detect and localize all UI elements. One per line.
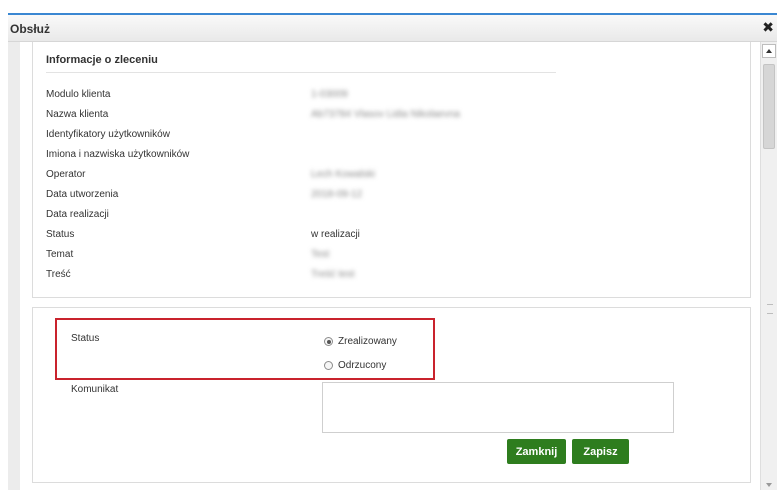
info-label: Status [46,229,75,240]
radio-selected-icon[interactable] [324,337,333,346]
scroll-grip-icon [767,304,773,314]
scroll-down-icon[interactable] [762,481,776,489]
section-title: Informacje o zleceniu [46,54,158,66]
order-info-panel: Informacje o zleceniu Modulo klienta 1-0… [32,42,751,298]
info-value: 2018-09-12 [311,189,363,200]
close-button[interactable]: Zamknij [507,439,566,464]
radio-odrzucony[interactable]: Odrzucony [324,360,386,371]
info-value: Ab73784 Vlasov Lidia Nikolaevna [311,109,460,120]
section-divider [46,72,556,73]
info-label: Modulo klienta [46,89,111,100]
info-label: Data utworzenia [46,189,119,200]
info-label: Identyfikatory użytkowników [46,129,170,140]
message-textarea[interactable] [322,382,674,433]
save-button[interactable]: Zapisz [572,439,629,464]
dialog-header: Obsłuż ✖ [8,15,777,42]
info-label: Operator [46,169,86,180]
info-label: Imiona i nazwiska użytkowników [46,149,190,160]
window-top [0,0,777,15]
left-strip [8,42,20,490]
info-label: Treść [46,269,71,280]
scroll-up-icon[interactable] [762,44,776,58]
radio-label: Odrzucony [338,360,387,371]
info-value: Test [311,249,330,260]
radio-label: Zrealizowany [338,336,397,347]
dialog-title: Obsłuż [10,22,51,36]
scrollbar[interactable] [760,42,777,490]
info-value: Lech Kowalski [311,169,375,180]
close-icon[interactable]: ✖ [762,19,774,36]
radio-unselected-icon[interactable] [324,361,333,370]
radio-zrealizowany[interactable]: Zrealizowany [324,336,397,347]
info-value: Treść test [311,269,355,280]
info-label: Nazwa klienta [46,109,109,120]
message-label: Komunikat [71,384,119,395]
info-label: Temat [46,249,74,260]
info-label: Data realizacji [46,209,109,220]
status-label: Status [71,333,100,344]
scroll-thumb[interactable] [763,64,775,149]
info-value: 1-03009 [311,89,348,100]
status-form-panel: Status Zrealizowany Odrzucony Komunikat … [32,307,751,483]
status-value: w realizacji [311,229,360,240]
